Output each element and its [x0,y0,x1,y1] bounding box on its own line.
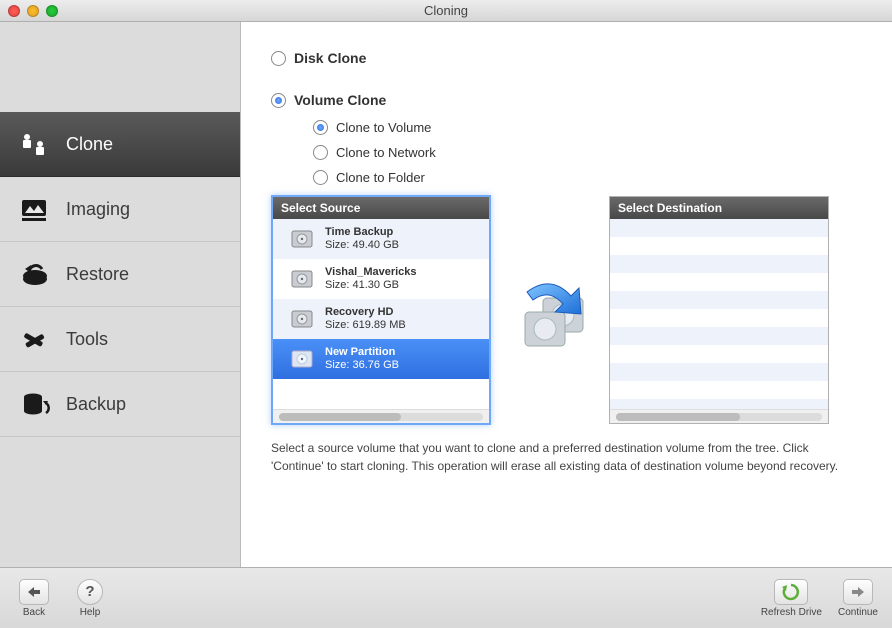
restore-icon [18,257,52,291]
hdd-icon [289,226,315,252]
tools-icon [18,322,52,356]
drive-row[interactable]: Vishal_Mavericks Size: 41.30 GB [273,259,489,299]
hint-text: Select a source volume that you want to … [271,439,862,475]
toolbar-label: Refresh Drive [761,607,822,618]
drive-text: Recovery HD Size: 619.89 MB [325,306,406,332]
destination-panel-header: Select Destination [610,197,828,219]
sidebar-item-backup[interactable]: Backup [0,372,240,437]
radio-clone-to-folder[interactable]: Clone to Folder [313,170,862,185]
sidebar-item-clone[interactable]: Clone [0,112,240,177]
source-panel-header: Select Source [273,197,489,219]
sidebar-item-label: Restore [66,264,129,285]
destination-list[interactable] [610,219,828,409]
hdd-icon [289,266,315,292]
radio-icon [313,145,328,160]
help-icon: ? [77,579,103,605]
radio-label: Clone to Network [336,145,436,160]
content-pane: Disk Clone Volume Clone Clone to Volume … [240,22,892,567]
back-arrow-icon [19,579,49,605]
source-panel: Select Source Time Backup Size: 49.40 GB [271,195,491,425]
destination-panel: Select Destination [609,196,829,424]
titlebar: Cloning [0,0,892,22]
clone-icon [18,127,52,161]
sidebar-item-label: Tools [66,329,108,350]
radio-label: Clone to Folder [336,170,425,185]
hdd-icon [289,306,315,332]
drive-row[interactable]: Time Backup Size: 49.40 GB [273,219,489,259]
drive-row[interactable]: Recovery HD Size: 619.89 MB [273,299,489,339]
radio-icon [313,120,328,135]
radio-clone-to-network[interactable]: Clone to Network [313,145,862,160]
window-title: Cloning [0,3,892,18]
radio-disk-clone[interactable]: Disk Clone [271,50,862,66]
hdd-icon [289,346,315,372]
sidebar-item-label: Backup [66,394,126,415]
radio-label: Clone to Volume [336,120,431,135]
drive-text: Time Backup Size: 49.40 GB [325,226,399,252]
radio-icon [313,170,328,185]
panel-scrollbar[interactable] [610,409,828,423]
radio-clone-to-volume[interactable]: Clone to Volume [313,120,862,135]
toolbar-label: Back [23,607,45,618]
radio-label: Volume Clone [294,92,386,108]
sidebar: Clone Imaging Restore [0,22,240,567]
radio-volume-clone[interactable]: Volume Clone [271,92,862,108]
toolbar-label: Help [80,607,101,618]
refresh-drive-button[interactable]: Refresh Drive [761,579,822,618]
drive-text: New Partition Size: 36.76 GB [325,346,399,372]
backup-icon [18,387,52,421]
drive-text: Vishal_Mavericks Size: 41.30 GB [325,266,417,292]
imaging-icon [18,192,52,226]
back-button[interactable]: Back [14,579,54,618]
sidebar-item-label: Imaging [66,199,130,220]
continue-button[interactable]: Continue [838,579,878,618]
drive-row[interactable]: New Partition Size: 36.76 GB [273,339,489,379]
panel-scrollbar[interactable] [273,409,489,423]
refresh-icon [774,579,808,605]
toolbar-label: Continue [838,607,878,618]
help-button[interactable]: ? Help [70,579,110,618]
forward-arrow-icon [843,579,873,605]
sidebar-item-restore[interactable]: Restore [0,242,240,307]
radio-icon [271,93,286,108]
clone-arrow-graphic [505,265,595,355]
sidebar-item-tools[interactable]: Tools [0,307,240,372]
radio-label: Disk Clone [294,50,366,66]
bottom-toolbar: Back ? Help Refresh Drive Continue [0,567,892,628]
source-list[interactable]: Time Backup Size: 49.40 GB Vishal_Maveri… [273,219,489,409]
radio-icon [271,51,286,66]
sidebar-item-label: Clone [66,134,113,155]
sidebar-item-imaging[interactable]: Imaging [0,177,240,242]
